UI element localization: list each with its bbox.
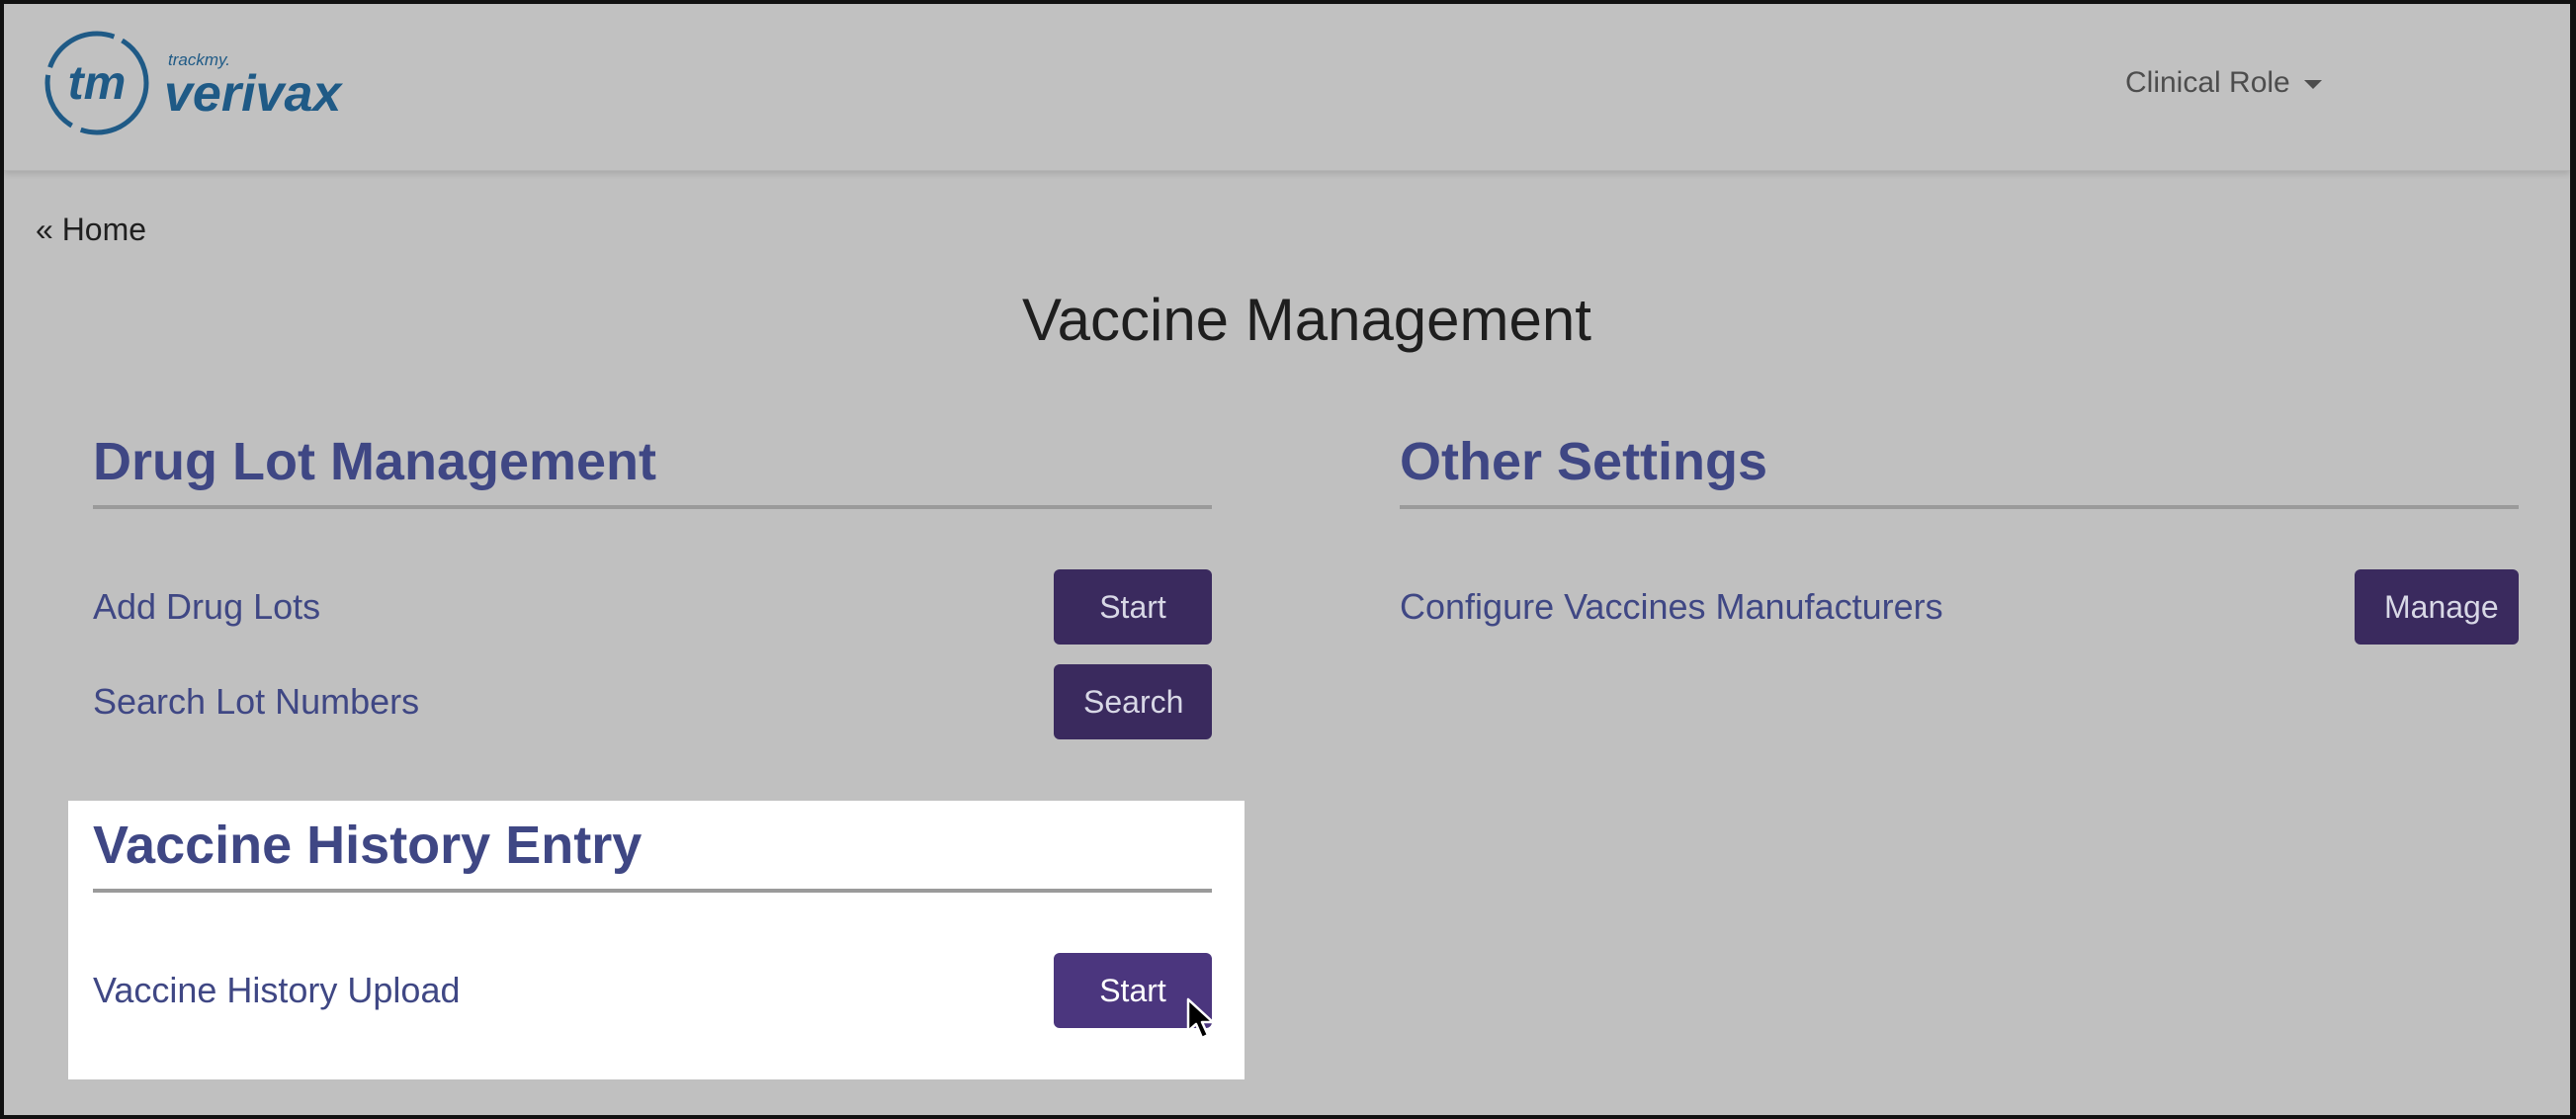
app-window: tm trackmy. verivax Clinical Role « Home… bbox=[0, 0, 2576, 1119]
add-drug-lots-start-button[interactable]: Start bbox=[1054, 569, 1212, 645]
configure-manufacturers-row: Configure Vaccines Manufacturers Manage bbox=[1400, 569, 2519, 645]
search-lot-numbers-row: Search Lot Numbers Search bbox=[93, 664, 1212, 739]
configure-manufacturers-label: Configure Vaccines Manufacturers bbox=[1400, 586, 1943, 627]
clinical-role-dropdown[interactable]: Clinical Role bbox=[2125, 61, 2322, 105]
vaccine-history-upload-label: Vaccine History Upload bbox=[93, 970, 461, 1010]
role-menu-label: Clinical Role bbox=[2125, 66, 2290, 99]
add-drug-lots-label: Add Drug Lots bbox=[93, 586, 321, 627]
caret-down-icon bbox=[2303, 79, 2322, 89]
drug-lot-section-title: Drug Lot Management bbox=[93, 432, 1212, 510]
trackmy-verivax-logo[interactable]: tm trackmy. verivax bbox=[42, 26, 378, 139]
logo-brand: verivax bbox=[164, 65, 343, 123]
top-navbar: tm trackmy. verivax Clinical Role bbox=[4, 4, 2570, 171]
search-lot-numbers-button[interactable]: Search bbox=[1054, 664, 1212, 739]
add-drug-lots-row: Add Drug Lots Start bbox=[93, 569, 1212, 645]
other-settings-section: Other Settings Configure Vaccines Manufa… bbox=[1400, 432, 2519, 645]
other-settings-section-title: Other Settings bbox=[1400, 432, 2519, 510]
configure-manufacturers-manage-button[interactable]: Manage bbox=[2355, 569, 2519, 645]
mouse-pointer-icon bbox=[1186, 997, 1215, 1040]
vaccine-history-section: Vaccine History Entry Vaccine History Up… bbox=[93, 816, 1212, 1028]
logo-mark: tm bbox=[68, 57, 127, 110]
drug-lot-section: Drug Lot Management Add Drug Lots Start … bbox=[93, 432, 1212, 739]
search-lot-numbers-label: Search Lot Numbers bbox=[93, 681, 420, 722]
vaccine-history-section-title: Vaccine History Entry bbox=[93, 816, 1212, 894]
page-title: Vaccine Management bbox=[1022, 287, 1591, 353]
vaccine-history-upload-row: Vaccine History Upload Start bbox=[93, 953, 1212, 1028]
back-home-link[interactable]: « Home bbox=[36, 212, 146, 248]
